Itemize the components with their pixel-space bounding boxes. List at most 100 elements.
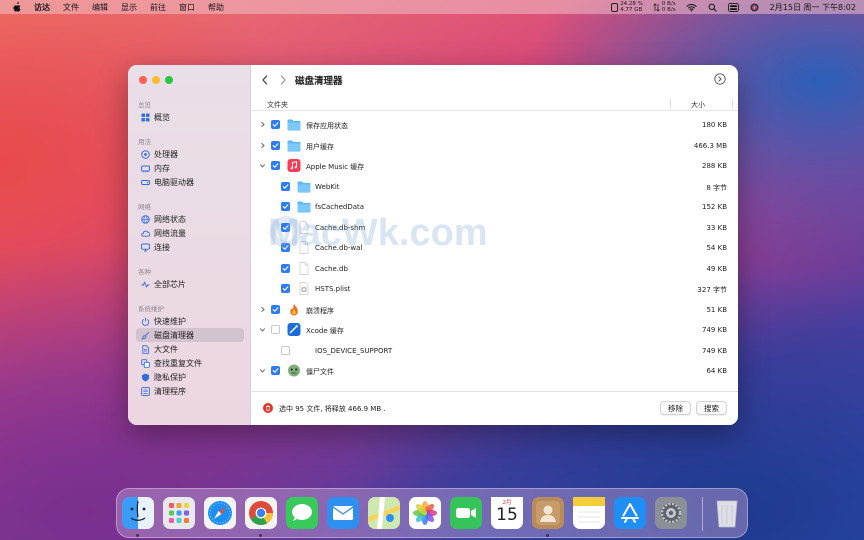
sidebar-item-large-files[interactable]: 大文件 xyxy=(136,342,244,356)
more-options-icon[interactable] xyxy=(714,73,726,85)
column-header-size[interactable]: 大小 xyxy=(691,100,705,110)
doc-icon xyxy=(297,261,311,275)
row-checkbox[interactable] xyxy=(281,284,290,293)
back-button[interactable] xyxy=(259,73,271,87)
file-row[interactable]: 保存应用状态 180 KB xyxy=(251,115,738,135)
messages-icon[interactable] xyxy=(286,497,318,529)
row-name: Apple Music 缓存 xyxy=(306,163,365,171)
file-row[interactable]: 僵尸文件 64 KB xyxy=(251,361,738,381)
maps-icon[interactable] xyxy=(368,497,400,529)
launchpad-icon[interactable] xyxy=(163,497,195,529)
chevron-down-icon[interactable] xyxy=(259,162,266,169)
menu-file[interactable]: 文件 xyxy=(63,2,79,13)
sidebar-item-label: 隐私保护 xyxy=(154,372,186,382)
facetime-icon[interactable] xyxy=(450,497,482,529)
control-center-icon[interactable] xyxy=(727,2,739,12)
menu-app-name[interactable]: 访达 xyxy=(34,2,50,13)
menu-view[interactable]: 显示 xyxy=(121,2,137,13)
row-checkbox[interactable] xyxy=(271,140,280,150)
sidebar-item-quick-maintenance[interactable]: 快速维护 xyxy=(136,314,244,328)
sidebar-item-network-traffic[interactable]: 网络流量 xyxy=(136,226,244,240)
cpu-mem-monitor[interactable]: 24.28 % 4.77 GB xyxy=(611,1,643,13)
sidebar-item-uninstaller[interactable]: 清理程序 xyxy=(136,384,244,398)
zoom-button[interactable] xyxy=(165,76,173,84)
row-size: 466.3 MB xyxy=(693,141,727,150)
network-arrows-icon xyxy=(653,2,660,12)
sidebar-item-memory[interactable]: 内存 xyxy=(136,161,244,175)
row-name: fsCachedData xyxy=(315,203,365,211)
sidebar-item-drives[interactable]: 电脑驱动器 xyxy=(136,175,244,189)
network-monitor[interactable]: 0 B/s 0 B/s xyxy=(653,1,676,13)
grid-icon xyxy=(141,113,150,121)
file-row[interactable]: Cache.db 49 KB xyxy=(251,259,738,279)
sidebar-item-cpu[interactable]: 处理器 xyxy=(136,147,244,161)
photos-icon[interactable] xyxy=(409,497,441,529)
trash-icon[interactable] xyxy=(711,497,743,529)
row-checkbox[interactable] xyxy=(281,263,290,273)
row-checkbox[interactable] xyxy=(281,181,290,191)
sidebar-item-disk-cleaner[interactable]: 磁盘清理器 xyxy=(136,328,244,342)
apple-icon[interactable] xyxy=(12,2,22,12)
row-checkbox[interactable] xyxy=(271,161,280,170)
row-name: Xcode 缓存 xyxy=(306,327,344,335)
sidebar-item-network-status[interactable]: 网络状态 xyxy=(136,212,244,226)
row-name: 崩溃程序 xyxy=(306,306,334,315)
row-checkbox[interactable] xyxy=(271,325,280,334)
menu-help[interactable]: 帮助 xyxy=(208,2,224,13)
globe-icon xyxy=(141,214,150,224)
mail-icon[interactable] xyxy=(327,497,359,529)
row-checkbox[interactable] xyxy=(281,345,290,355)
row-name: 保存应用状态 xyxy=(306,122,348,130)
safari-icon[interactable] xyxy=(204,497,236,529)
sidebar-section-network: 网络 xyxy=(138,203,151,211)
siri-icon[interactable] xyxy=(749,2,760,12)
minimize-button[interactable] xyxy=(152,76,160,84)
sidebar-item-privacy[interactable]: 隐私保护 xyxy=(136,370,244,384)
row-checkbox[interactable] xyxy=(281,202,290,211)
menubar-clock[interactable]: 2月15日 周一 下午8:02 xyxy=(770,2,856,13)
selection-summary: 选中 95 文件, 将释放 466.9 MB . xyxy=(279,405,386,413)
file-row[interactable]: HSTS.plist 327 字节 xyxy=(251,279,738,299)
finder-icon[interactable] xyxy=(122,497,154,529)
close-button[interactable] xyxy=(139,76,147,84)
row-size: 327 字节 xyxy=(697,286,727,294)
file-row[interactable]: Apple Music 缓存 288 KB xyxy=(251,156,738,176)
contacts-icon[interactable] xyxy=(532,497,564,529)
remove-button[interactable]: 移除 xyxy=(660,401,691,415)
menu-edit[interactable]: 编辑 xyxy=(92,2,108,13)
chevron-right-icon[interactable] xyxy=(259,306,266,313)
pulse-icon xyxy=(141,281,150,287)
row-checkbox[interactable] xyxy=(271,304,280,314)
chevron-down-icon[interactable] xyxy=(259,367,266,374)
forward-button[interactable] xyxy=(277,73,289,87)
sidebar-item-duplicates[interactable]: 查找重复文件 xyxy=(136,356,244,370)
file-row[interactable]: Xcode 缓存 749 KB xyxy=(251,320,738,340)
sidebar-item-connections[interactable]: 连接 xyxy=(136,240,244,254)
chevron-right-icon[interactable] xyxy=(259,121,266,128)
column-header-folder[interactable]: 文件夹 xyxy=(267,100,288,110)
notes-icon[interactable] xyxy=(573,497,605,529)
appstore-icon[interactable] xyxy=(614,497,646,529)
folder-icon xyxy=(287,139,301,152)
settings-icon[interactable] xyxy=(655,497,687,529)
calendar-icon[interactable]: 2月 15 xyxy=(491,497,523,529)
running-indicator xyxy=(136,534,139,537)
chevron-right-icon[interactable] xyxy=(259,142,266,149)
chevron-down-icon[interactable] xyxy=(259,326,266,333)
row-checkbox[interactable] xyxy=(271,366,280,375)
spotlight-search-icon[interactable] xyxy=(707,3,718,12)
net-download: 0 B/s xyxy=(661,7,676,13)
sidebar-item-overview[interactable]: 概览 xyxy=(136,110,244,124)
wifi-icon[interactable] xyxy=(686,3,697,12)
row-size: 33 KB xyxy=(706,223,727,232)
file-row[interactable]: IOS_DEVICE_SUPPORT 749 KB xyxy=(251,341,738,361)
file-row[interactable]: WebKit 8 字节 xyxy=(251,177,738,197)
menu-window[interactable]: 窗口 xyxy=(179,2,195,13)
chrome-icon[interactable] xyxy=(245,497,277,529)
search-button[interactable]: 搜索 xyxy=(696,401,727,415)
row-checkbox[interactable] xyxy=(271,120,280,129)
sidebar-item-all-chips[interactable]: 全部芯片 xyxy=(136,277,244,291)
file-row[interactable]: 用户缓存 466.3 MB xyxy=(251,136,738,156)
menu-go[interactable]: 前往 xyxy=(150,2,166,13)
file-row[interactable]: 崩溃程序 51 KB xyxy=(251,300,738,320)
